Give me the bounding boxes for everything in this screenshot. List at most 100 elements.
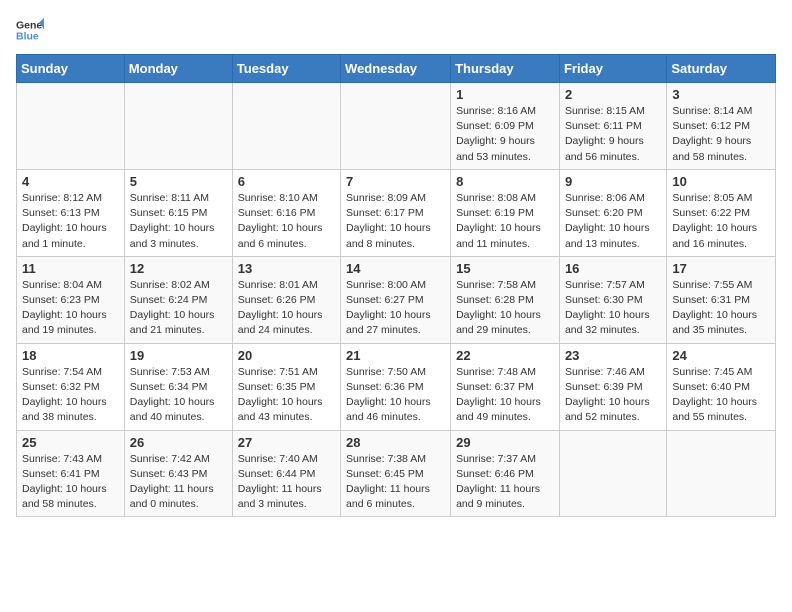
day-info: Sunrise: 7:58 AM Sunset: 6:28 PM Dayligh…: [456, 278, 554, 339]
day-number: 4: [22, 174, 119, 189]
day-cell: 23 Sunrise: 7:46 AM Sunset: 6:39 PM Dayli…: [559, 343, 666, 430]
day-cell: 5 Sunrise: 8:11 AM Sunset: 6:15 PM Daylig…: [124, 169, 232, 256]
calendar-header-row: SundayMondayTuesdayWednesdayThursdayFrid…: [17, 55, 776, 83]
day-info: Sunrise: 8:16 AM Sunset: 6:09 PM Dayligh…: [456, 104, 554, 165]
day-number: 8: [456, 174, 554, 189]
day-number: 13: [238, 261, 335, 276]
logo-icon: General Blue: [16, 16, 44, 44]
day-cell: [341, 83, 451, 170]
day-number: 16: [565, 261, 661, 276]
day-cell: [17, 83, 125, 170]
day-cell: 8 Sunrise: 8:08 AM Sunset: 6:19 PM Daylig…: [451, 169, 560, 256]
week-row-1: 1 Sunrise: 8:16 AM Sunset: 6:09 PM Daylig…: [17, 83, 776, 170]
logo: General Blue: [16, 16, 48, 44]
day-info: Sunrise: 7:43 AM Sunset: 6:41 PM Dayligh…: [22, 452, 119, 513]
day-number: 10: [672, 174, 770, 189]
day-cell: 17 Sunrise: 7:55 AM Sunset: 6:31 PM Dayli…: [667, 256, 776, 343]
day-cell: 7 Sunrise: 8:09 AM Sunset: 6:17 PM Daylig…: [341, 169, 451, 256]
page-header: General Blue: [16, 16, 776, 44]
day-info: Sunrise: 7:40 AM Sunset: 6:44 PM Dayligh…: [238, 452, 335, 513]
day-cell: 9 Sunrise: 8:06 AM Sunset: 6:20 PM Daylig…: [559, 169, 666, 256]
col-header-wednesday: Wednesday: [341, 55, 451, 83]
day-cell: 26 Sunrise: 7:42 AM Sunset: 6:43 PM Dayli…: [124, 430, 232, 517]
week-row-3: 11Sunrise: 8:04 AM Sunset: 6:23 PM Dayli…: [17, 256, 776, 343]
day-number: 27: [238, 435, 335, 450]
day-info: Sunrise: 7:42 AM Sunset: 6:43 PM Dayligh…: [130, 452, 227, 513]
day-cell: 6 Sunrise: 8:10 AM Sunset: 6:16 PM Daylig…: [232, 169, 340, 256]
day-number: 21: [346, 348, 445, 363]
day-info: Sunrise: 7:54 AM Sunset: 6:32 PM Dayligh…: [22, 365, 119, 426]
col-header-thursday: Thursday: [451, 55, 560, 83]
day-info: Sunrise: 7:51 AM Sunset: 6:35 PM Dayligh…: [238, 365, 335, 426]
day-info: Sunrise: 7:48 AM Sunset: 6:37 PM Dayligh…: [456, 365, 554, 426]
day-info: Sunrise: 8:11 AM Sunset: 6:15 PM Dayligh…: [130, 191, 227, 252]
day-info: Sunrise: 7:46 AM Sunset: 6:39 PM Dayligh…: [565, 365, 661, 426]
day-number: 11: [22, 261, 119, 276]
day-cell: 20Sunrise: 7:51 AM Sunset: 6:35 PM Dayli…: [232, 343, 340, 430]
day-number: 26: [130, 435, 227, 450]
day-info: Sunrise: 7:37 AM Sunset: 6:46 PM Dayligh…: [456, 452, 554, 513]
day-info: Sunrise: 8:15 AM Sunset: 6:11 PM Dayligh…: [565, 104, 661, 165]
day-cell: [667, 430, 776, 517]
day-cell: 19 Sunrise: 7:53 AM Sunset: 6:34 PM Dayli…: [124, 343, 232, 430]
day-info: Sunrise: 7:55 AM Sunset: 6:31 PM Dayligh…: [672, 278, 770, 339]
day-number: 2: [565, 87, 661, 102]
day-number: 24: [672, 348, 770, 363]
day-number: 7: [346, 174, 445, 189]
week-row-5: 25 Sunrise: 7:43 AM Sunset: 6:41 PM Dayli…: [17, 430, 776, 517]
day-number: 28: [346, 435, 445, 450]
day-cell: 14 Sunrise: 8:00 AM Sunset: 6:27 PM Dayli…: [341, 256, 451, 343]
day-number: 9: [565, 174, 661, 189]
calendar-table: SundayMondayTuesdayWednesdayThursdayFrid…: [16, 54, 776, 517]
day-cell: [559, 430, 666, 517]
col-header-friday: Friday: [559, 55, 666, 83]
day-cell: 25 Sunrise: 7:43 AM Sunset: 6:41 PM Dayli…: [17, 430, 125, 517]
day-cell: 16Sunrise: 7:57 AM Sunset: 6:30 PM Dayli…: [559, 256, 666, 343]
day-number: 17: [672, 261, 770, 276]
day-cell: 18 Sunrise: 7:54 AM Sunset: 6:32 PM Dayli…: [17, 343, 125, 430]
day-number: 22: [456, 348, 554, 363]
week-row-4: 18 Sunrise: 7:54 AM Sunset: 6:32 PM Dayli…: [17, 343, 776, 430]
day-number: 29: [456, 435, 554, 450]
day-cell: 13 Sunrise: 8:01 AM Sunset: 6:26 PM Dayli…: [232, 256, 340, 343]
day-info: Sunrise: 8:08 AM Sunset: 6:19 PM Dayligh…: [456, 191, 554, 252]
day-cell: 29 Sunrise: 7:37 AM Sunset: 6:46 PM Dayli…: [451, 430, 560, 517]
day-info: Sunrise: 8:02 AM Sunset: 6:24 PM Dayligh…: [130, 278, 227, 339]
day-cell: 27 Sunrise: 7:40 AM Sunset: 6:44 PM Dayli…: [232, 430, 340, 517]
day-cell: 22 Sunrise: 7:48 AM Sunset: 6:37 PM Dayli…: [451, 343, 560, 430]
day-cell: 28 Sunrise: 7:38 AM Sunset: 6:45 PM Dayli…: [341, 430, 451, 517]
day-number: 14: [346, 261, 445, 276]
day-number: 6: [238, 174, 335, 189]
day-info: Sunrise: 8:09 AM Sunset: 6:17 PM Dayligh…: [346, 191, 445, 252]
day-number: 5: [130, 174, 227, 189]
day-info: Sunrise: 8:06 AM Sunset: 6:20 PM Dayligh…: [565, 191, 661, 252]
day-cell: [124, 83, 232, 170]
day-cell: 24Sunrise: 7:45 AM Sunset: 6:40 PM Dayli…: [667, 343, 776, 430]
day-cell: 10Sunrise: 8:05 AM Sunset: 6:22 PM Dayli…: [667, 169, 776, 256]
day-info: Sunrise: 7:38 AM Sunset: 6:45 PM Dayligh…: [346, 452, 445, 513]
day-cell: [232, 83, 340, 170]
day-cell: 3 Sunrise: 8:14 AM Sunset: 6:12 PM Daylig…: [667, 83, 776, 170]
day-info: Sunrise: 8:14 AM Sunset: 6:12 PM Dayligh…: [672, 104, 770, 165]
col-header-saturday: Saturday: [667, 55, 776, 83]
day-number: 25: [22, 435, 119, 450]
day-info: Sunrise: 8:00 AM Sunset: 6:27 PM Dayligh…: [346, 278, 445, 339]
day-number: 3: [672, 87, 770, 102]
week-row-2: 4Sunrise: 8:12 AM Sunset: 6:13 PM Daylig…: [17, 169, 776, 256]
col-header-tuesday: Tuesday: [232, 55, 340, 83]
day-info: Sunrise: 8:01 AM Sunset: 6:26 PM Dayligh…: [238, 278, 335, 339]
col-header-sunday: Sunday: [17, 55, 125, 83]
day-cell: 4Sunrise: 8:12 AM Sunset: 6:13 PM Daylig…: [17, 169, 125, 256]
day-cell: 21 Sunrise: 7:50 AM Sunset: 6:36 PM Dayli…: [341, 343, 451, 430]
day-number: 1: [456, 87, 554, 102]
day-cell: 11Sunrise: 8:04 AM Sunset: 6:23 PM Dayli…: [17, 256, 125, 343]
day-number: 23: [565, 348, 661, 363]
day-number: 12: [130, 261, 227, 276]
day-number: 18: [22, 348, 119, 363]
day-number: 19: [130, 348, 227, 363]
day-info: Sunrise: 7:50 AM Sunset: 6:36 PM Dayligh…: [346, 365, 445, 426]
day-cell: 12 Sunrise: 8:02 AM Sunset: 6:24 PM Dayli…: [124, 256, 232, 343]
day-info: Sunrise: 8:10 AM Sunset: 6:16 PM Dayligh…: [238, 191, 335, 252]
day-info: Sunrise: 7:53 AM Sunset: 6:34 PM Dayligh…: [130, 365, 227, 426]
day-cell: 15Sunrise: 7:58 AM Sunset: 6:28 PM Dayli…: [451, 256, 560, 343]
